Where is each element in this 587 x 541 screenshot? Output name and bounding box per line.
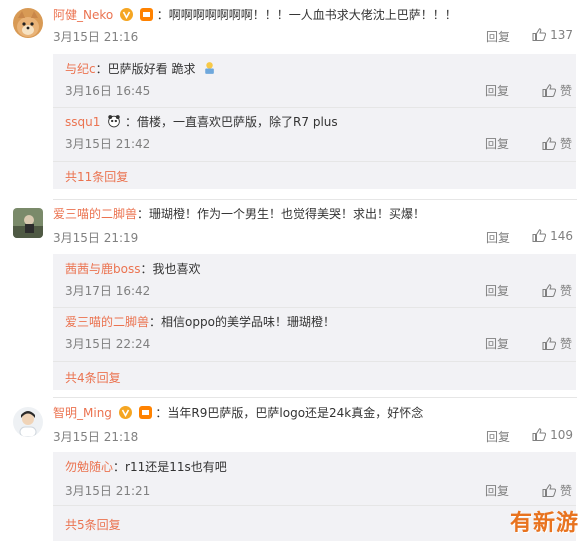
like-button[interactable]: 109 [532, 428, 573, 442]
like-button[interactable]: 赞 [542, 335, 572, 352]
reply-button[interactable]: 回复 [486, 229, 510, 246]
username-link[interactable]: ssqu1 [65, 115, 100, 129]
kneel-emoji-icon [205, 62, 215, 74]
view-more-replies-link[interactable]: 共11条回复 [65, 168, 128, 185]
colon: ： [113, 460, 126, 474]
thumbs-up-icon [542, 84, 557, 97]
username-link[interactable]: 勿勉随心 [65, 460, 113, 474]
comment-time: 3月15日 21:18 [53, 430, 139, 444]
reply-item: 勿勉随心：r11还是11s也有吧 3月15日 21:21 回复 赞 [53, 452, 576, 506]
thumbs-up-icon [532, 229, 547, 242]
reply-text: 相信oppo的美学品味！珊瑚橙！ [161, 315, 335, 329]
colon: ： [140, 262, 153, 276]
panda-icon [108, 115, 121, 128]
reply-line: 爱三喵的二脚兽：相信oppo的美学品味！珊瑚橙！ [65, 314, 566, 330]
comment-text: 当年R9巴萨版，巴萨logo还是24k真金，好怀念 [167, 406, 424, 420]
like-count: 137 [550, 28, 573, 42]
reply-line: 勿勉随心：r11还是11s也有吧 [65, 459, 566, 475]
reply-time: 3月15日 22:24 [65, 337, 151, 351]
reply-text: r11还是11s也有吧 [125, 460, 227, 474]
reply-time: 3月15日 21:21 [65, 484, 151, 498]
reply-line: 茜茜与鹿boss：我也喜欢 [65, 261, 566, 277]
like-label: 赞 [559, 84, 572, 98]
colon: ： [125, 115, 138, 129]
comment-item: 爱三喵的二脚兽：珊瑚橙！作为一个男生！也觉得美哭！求出！买爆！ 3月15日 21… [0, 200, 587, 396]
reply-item: ssqu1 ：借楼，一直喜欢巴萨版，除了R7 plus 3月15日 21:42 … [53, 108, 576, 162]
verified-v-icon [118, 406, 132, 419]
watermark-logo: 有新游 [509, 511, 579, 536]
reply-button[interactable]: 回复 [485, 135, 509, 152]
reply-time: 3月16日 16:45 [65, 84, 151, 98]
reply-time: 3月15日 21:42 [65, 137, 151, 151]
comment-line: 智明_Ming ：当年R9巴萨版，巴萨logo还是24k真金，好怀念 [53, 405, 577, 421]
like-button[interactable]: 137 [532, 28, 573, 42]
avatar[interactable] [13, 8, 43, 38]
colon: ： [95, 62, 108, 76]
colon: ： [156, 8, 169, 22]
comment-time: 3月15日 21:16 [53, 30, 139, 44]
thumbs-up-icon [542, 337, 557, 350]
like-count: 146 [550, 229, 573, 243]
reply-item: 与纪c：巴萨版好看 跪求 3月16日 16:45 回复 赞 [53, 54, 576, 108]
like-button[interactable]: 赞 [542, 482, 572, 499]
colon: ： [155, 406, 168, 420]
vip-badge-icon [138, 406, 152, 419]
reply-button[interactable]: 回复 [486, 428, 510, 445]
like-label: 赞 [559, 284, 572, 298]
reply-box: 茜茜与鹿boss：我也喜欢 3月17日 16:42 回复 赞 爱三喵的二脚兽：相… [53, 254, 576, 390]
colon: ： [149, 315, 162, 329]
comment-text: 啊啊啊啊啊啊啊！！！一人血书求大佬沈上巴萨！！！ [168, 8, 457, 22]
reply-button[interactable]: 回复 [485, 482, 509, 499]
comment-line: 爱三喵的二脚兽：珊瑚橙！作为一个男生！也觉得美哭！求出！买爆！ [53, 206, 577, 222]
like-button[interactable]: 赞 [542, 82, 572, 99]
reply-text: 我也喜欢 [152, 262, 201, 276]
reply-text: 借楼，一直喜欢巴萨版，除了R7 plus [137, 115, 338, 129]
like-button[interactable]: 赞 [542, 282, 572, 299]
reply-text: 巴萨版好看 跪求 [107, 62, 196, 76]
view-more-replies-link[interactable]: 共4条回复 [65, 369, 121, 386]
username-link[interactable]: 茜茜与鹿boss [65, 262, 140, 276]
thumbs-up-icon [532, 28, 547, 41]
avatar[interactable] [13, 208, 43, 238]
like-count: 109 [550, 428, 573, 442]
colon: ： [137, 207, 150, 221]
comment-text: 珊瑚橙！作为一个男生！也觉得美哭！求出！买爆！ [149, 207, 426, 221]
username-link[interactable]: 爱三喵的二脚兽 [65, 315, 149, 329]
reply-line: ssqu1 ：借楼，一直喜欢巴萨版，除了R7 plus [65, 114, 566, 130]
reply-line: 与纪c：巴萨版好看 跪求 [65, 61, 566, 77]
reply-time: 3月17日 16:42 [65, 284, 151, 298]
like-label: 赞 [559, 337, 572, 351]
like-label: 赞 [559, 484, 572, 498]
reply-button[interactable]: 回复 [485, 335, 509, 352]
username-link[interactable]: 阿健_Neko [53, 8, 113, 22]
thumbs-up-icon [542, 484, 557, 497]
reply-box: 勿勉随心：r11还是11s也有吧 3月15日 21:21 回复 赞 共5条回复 [53, 452, 576, 541]
avatar[interactable] [13, 407, 43, 437]
comment-item: 阿健_Neko ：啊啊啊啊啊啊啊！！！一人血书求大佬沈上巴萨！！！ 3月15日 … [0, 0, 587, 196]
verified-v-icon [120, 8, 134, 21]
like-label: 赞 [559, 137, 572, 151]
comment-line: 阿健_Neko ：啊啊啊啊啊啊啊！！！一人血书求大佬沈上巴萨！！！ [53, 7, 577, 23]
reply-button[interactable]: 回复 [485, 82, 509, 99]
vip-badge-icon [139, 8, 153, 21]
reply-button[interactable]: 回复 [486, 28, 510, 45]
like-button[interactable]: 赞 [542, 135, 572, 152]
comment-time: 3月15日 21:19 [53, 231, 139, 245]
thumbs-up-icon [542, 137, 557, 150]
reply-button[interactable]: 回复 [485, 282, 509, 299]
reply-box: 与纪c：巴萨版好看 跪求 3月16日 16:45 回复 赞 ssqu1 ：借楼，… [53, 54, 576, 189]
thumbs-up-icon [542, 284, 557, 297]
reply-item: 茜茜与鹿boss：我也喜欢 3月17日 16:42 回复 赞 [53, 254, 576, 308]
view-more-replies-link[interactable]: 共5条回复 [65, 516, 121, 533]
reply-item: 爱三喵的二脚兽：相信oppo的美学品味！珊瑚橙！ 3月15日 22:24 回复 … [53, 308, 576, 362]
username-link[interactable]: 与纪c [65, 62, 96, 76]
comment-item: 智明_Ming ：当年R9巴萨版，巴萨logo还是24k真金，好怀念 3月15日… [0, 398, 587, 541]
like-button[interactable]: 146 [532, 229, 573, 243]
thumbs-up-icon [532, 428, 547, 441]
username-link[interactable]: 智明_Ming [53, 406, 112, 420]
username-link[interactable]: 爱三喵的二脚兽 [53, 207, 137, 221]
